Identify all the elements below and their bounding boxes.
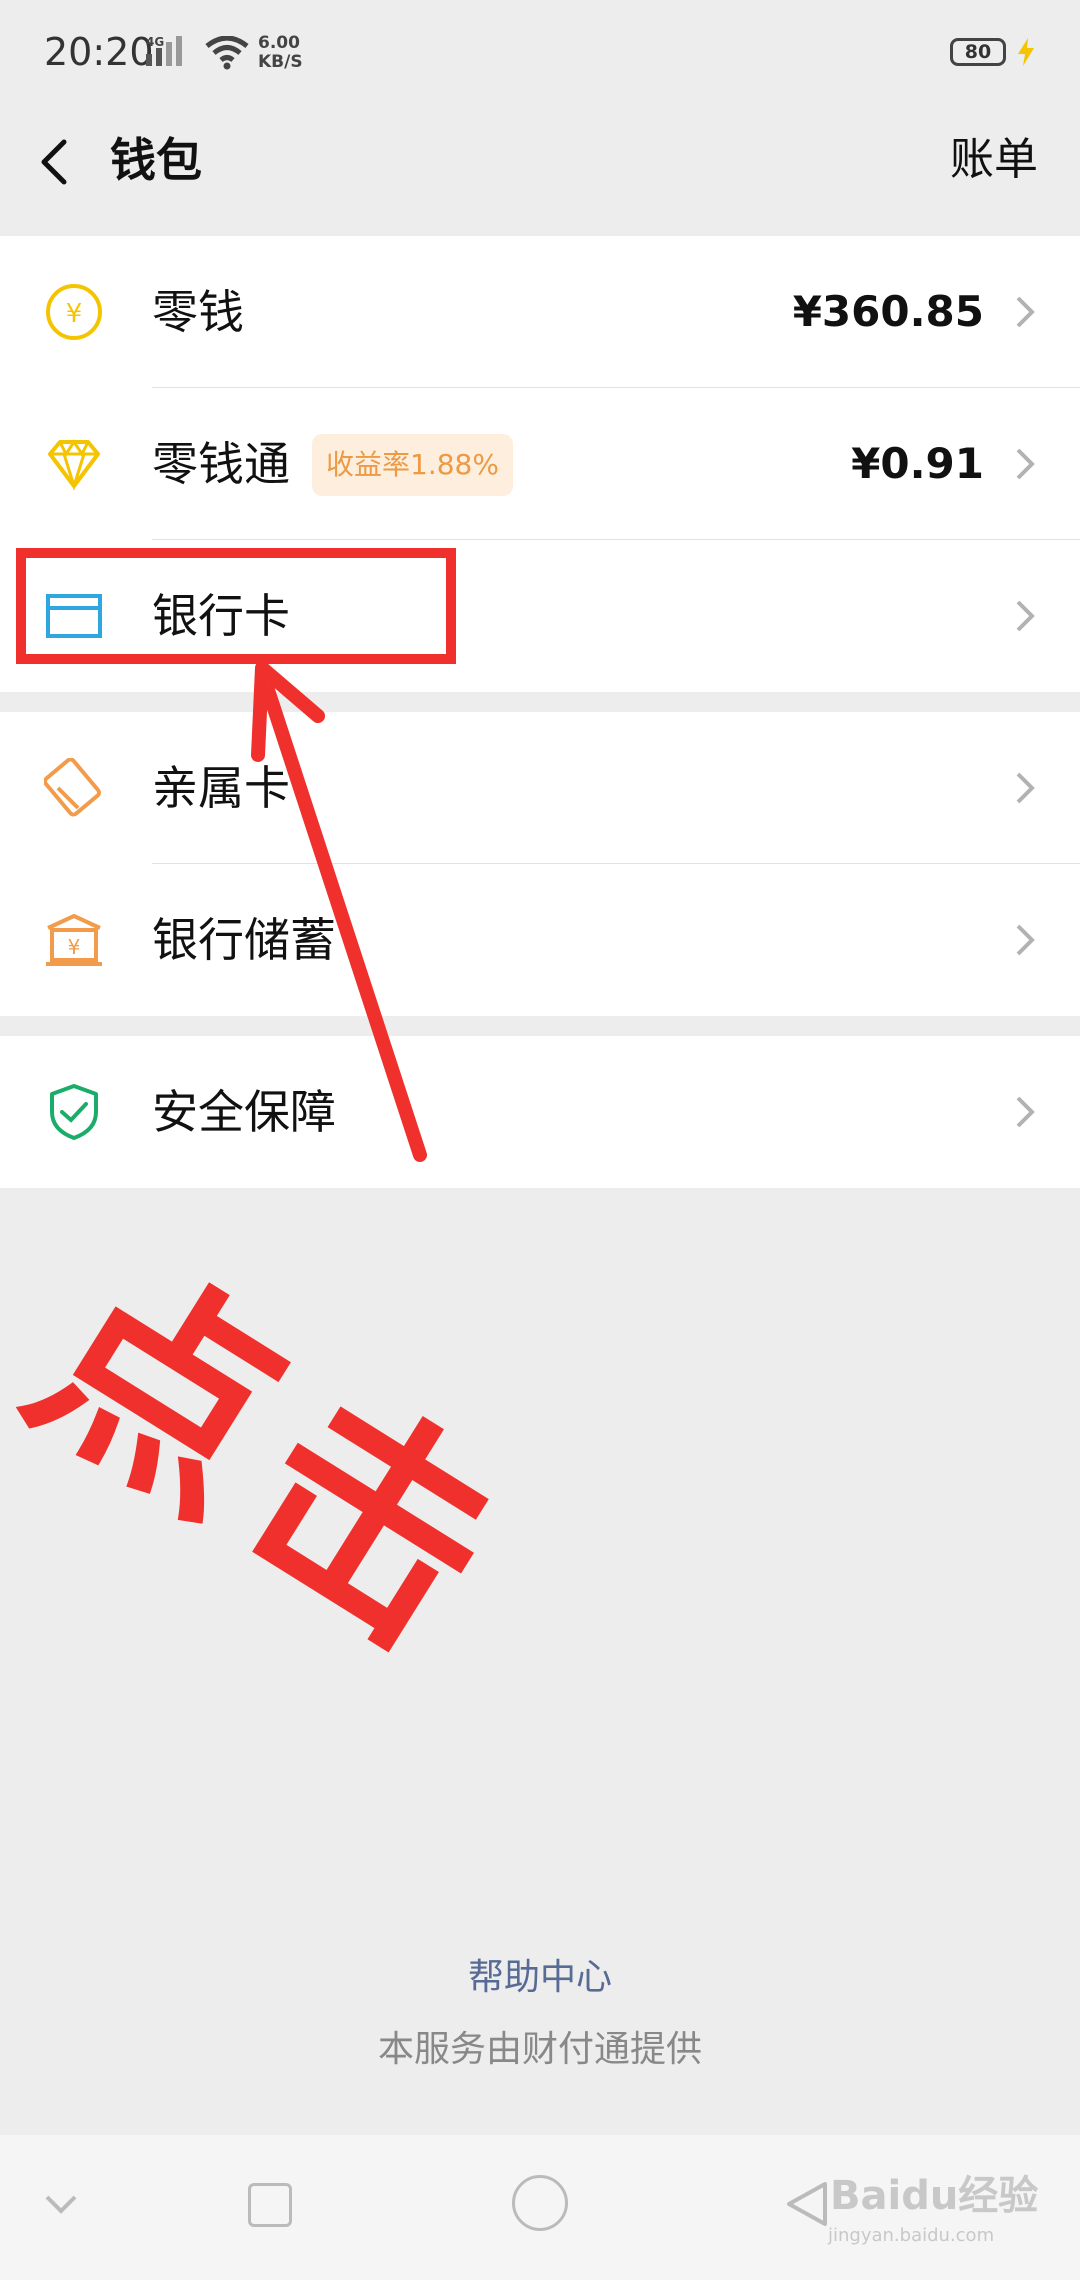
home-button[interactable] xyxy=(512,2175,568,2231)
wallet-group-security: 安全保障 xyxy=(0,1036,1080,1188)
list-item-label: 安全保障 xyxy=(152,1085,336,1139)
bank-savings-icon: ¥ xyxy=(44,910,104,970)
list-item-bank-savings[interactable]: ¥ 银行储蓄 xyxy=(0,864,1080,1016)
back-triangle-icon[interactable] xyxy=(785,2180,829,2232)
chevron-right-icon xyxy=(1014,598,1036,634)
recent-apps-button[interactable] xyxy=(248,2183,292,2227)
status-time: 20:20 xyxy=(44,30,154,74)
chevron-right-icon xyxy=(1014,922,1036,958)
list-item-change[interactable]: ¥ 零钱 ¥360.85 xyxy=(0,236,1080,388)
system-nav-bar: Baidu经验 jingyan.baidu.com xyxy=(0,2135,1080,2280)
list-item-label: 亲属卡 xyxy=(152,761,290,815)
charging-icon xyxy=(1016,38,1036,70)
chevron-right-icon xyxy=(1014,294,1036,330)
network-speed-unit: KB/S xyxy=(258,52,303,72)
chevron-left-icon[interactable] xyxy=(34,124,74,194)
watermark-logo: Baidu经验 xyxy=(830,2173,1039,2219)
help-center-link[interactable]: 帮助中心 xyxy=(0,1948,1080,2000)
wallet-group-cards: 亲属卡 ¥ 银行储蓄 xyxy=(0,712,1080,1016)
list-item-security[interactable]: 安全保障 xyxy=(0,1036,1080,1188)
network-speed: 6.00 KB/S xyxy=(258,34,303,72)
signal-icon: 4G xyxy=(146,34,196,72)
list-item-label: 零钱通 xyxy=(152,437,290,491)
chevron-down-icon[interactable] xyxy=(44,2193,78,2221)
shield-check-icon xyxy=(44,1082,104,1142)
svg-text:¥: ¥ xyxy=(68,935,81,959)
licaitong-value: ¥0.91 xyxy=(851,439,984,488)
status-bar: 20:20 4G 6.00 KB/S 80 xyxy=(0,0,1080,110)
balance-value: ¥360.85 xyxy=(792,287,984,336)
svg-text:4G: 4G xyxy=(146,35,164,49)
svg-text:¥: ¥ xyxy=(66,299,83,329)
network-speed-value: 6.00 xyxy=(258,33,300,53)
page-title: 钱包 xyxy=(110,133,202,187)
list-item-family-card[interactable]: 亲属卡 xyxy=(0,712,1080,864)
list-item-label: 银行储蓄 xyxy=(152,913,336,967)
yuan-coin-icon: ¥ xyxy=(44,282,104,342)
header: 钱包 账单 xyxy=(0,110,1080,238)
battery-icon: 80 xyxy=(950,38,1006,66)
highlight-box xyxy=(16,548,456,664)
provider-note: 本服务由财付通提供 xyxy=(377,2029,702,2070)
wifi-icon xyxy=(205,35,249,74)
watermark-url: jingyan.baidu.com xyxy=(828,2225,995,2246)
list-item-licaitong[interactable]: 零钱通 收益率1.88% ¥0.91 xyxy=(0,388,1080,540)
diamond-icon xyxy=(44,434,104,494)
list-item-label: 零钱 xyxy=(152,285,244,339)
chevron-right-icon xyxy=(1014,446,1036,482)
family-card-icon xyxy=(43,757,104,818)
bill-button[interactable]: 账单 xyxy=(950,120,1038,200)
chevron-right-icon xyxy=(1014,1094,1036,1130)
click-annotation-text: 点击 xyxy=(0,1215,556,1708)
chevron-right-icon xyxy=(1014,770,1036,806)
yield-rate-badge: 收益率1.88% xyxy=(312,434,513,496)
battery-level: 80 xyxy=(964,41,992,63)
